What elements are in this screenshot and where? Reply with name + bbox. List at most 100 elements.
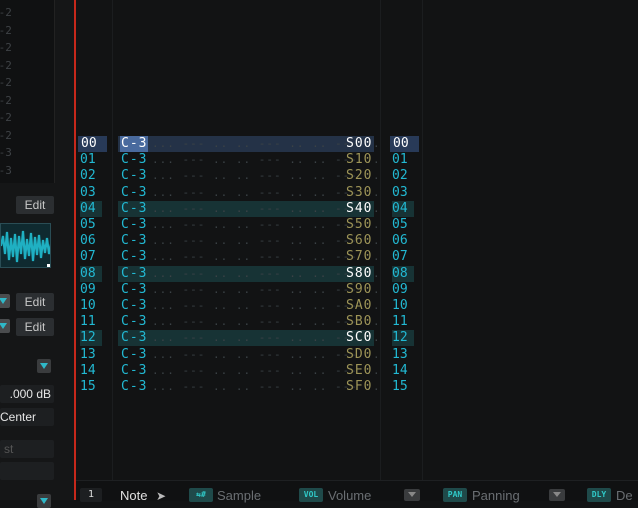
note-cell[interactable]: C-3 xyxy=(121,330,147,346)
edit-button[interactable]: Edit xyxy=(16,318,54,336)
row-number: 15 xyxy=(392,379,408,394)
chevron-down-icon[interactable] xyxy=(0,319,10,333)
column-controls-bar: 1 Note ➤ ⇆# Sample VOL Volume PAN Pannin… xyxy=(76,480,638,503)
row-number: 06 xyxy=(392,233,408,249)
pattern-row[interactable]: 09 C-3... --- .. .. --- .. .. --- .. S90 09 xyxy=(76,282,638,298)
row-number: 10 xyxy=(392,298,408,313)
note-cell[interactable]: C-3 xyxy=(121,185,147,201)
row-number: 01 xyxy=(80,152,96,168)
effect-cell[interactable]: S70 xyxy=(346,249,372,265)
row-number: 05 xyxy=(392,217,408,232)
pattern-row[interactable]: 06 C-3... --- .. .. --- .. .. --- .. S60 06 xyxy=(76,233,638,249)
effect-cell[interactable]: SE0 xyxy=(346,363,372,379)
delay-column-label[interactable]: De xyxy=(616,489,633,503)
volume-dropdown-icon[interactable] xyxy=(404,489,420,501)
effect-cell[interactable]: SA0 xyxy=(346,298,372,314)
edit-button[interactable]: Edit xyxy=(16,196,54,214)
list-item: C-2 xyxy=(0,128,12,142)
note-cell[interactable]: C-3 xyxy=(121,168,147,184)
note-cell[interactable]: C-3 xyxy=(121,152,147,168)
finetune-field[interactable] xyxy=(0,462,54,480)
note-column-label[interactable]: Note xyxy=(120,489,147,503)
note-cell[interactable]: C-3 xyxy=(121,379,147,395)
waveform-icon xyxy=(1,230,50,267)
pattern-row[interactable]: 07 C-3... --- .. .. --- .. .. --- .. S70 07 xyxy=(76,249,638,265)
pattern-row[interactable]: 15 C-3... --- .. .. --- .. .. --- .. SF0 15 xyxy=(76,379,638,395)
pattern-row[interactable]: 03 C-3... --- .. .. --- .. .. --- .. S30 03 xyxy=(76,185,638,201)
row-number: 08 xyxy=(80,265,102,282)
row-number: 04 xyxy=(80,200,102,217)
note-cell[interactable]: C-3 xyxy=(121,314,147,330)
row-number: 07 xyxy=(80,249,96,265)
note-cell[interactable]: C-3 xyxy=(121,347,147,363)
row-number: 08 xyxy=(392,265,414,282)
list-item: C-3 xyxy=(0,163,12,177)
pattern-editor[interactable]: 00 C-3... --- .. .. --- .. .. --- .. S00 00… xyxy=(76,0,638,480)
row-number: 07 xyxy=(392,249,408,265)
row-number: 00 xyxy=(78,136,107,152)
row-number: 03 xyxy=(80,184,96,200)
list-item: C-2 xyxy=(0,76,12,89)
row-number: 03 xyxy=(392,184,408,200)
row-number: 00 xyxy=(390,136,419,152)
effect-cell[interactable]: S40 xyxy=(346,201,372,217)
effect-cell[interactable]: S10 xyxy=(346,152,372,168)
row-number: 11 xyxy=(392,314,408,330)
instrument-panel: C-2 C-2 C-2 C-2 C-2 C-2 C-2 C-2 C-3 C-3 … xyxy=(0,0,74,508)
row-number: 02 xyxy=(80,168,96,184)
note-cell[interactable]: C-3 xyxy=(120,136,149,152)
pattern-row[interactable]: 11 C-3... --- .. .. --- .. .. --- .. SB0 11 xyxy=(76,314,638,330)
sample-column-label[interactable]: Sample xyxy=(217,489,261,503)
pattern-row[interactable]: 01 C-3... --- .. .. --- .. .. --- .. S10 01 xyxy=(76,152,638,168)
row-number: 05 xyxy=(80,217,96,232)
note-cell[interactable]: C-3 xyxy=(121,298,147,314)
pattern-row[interactable]: 02 C-3... --- .. .. --- .. .. --- .. S20 02 xyxy=(76,168,638,184)
note-cell[interactable]: C-3 xyxy=(121,266,147,282)
panning-field[interactable]: Center xyxy=(0,408,54,426)
effect-cell[interactable]: S30 xyxy=(346,185,372,201)
keyzone-note-list[interactable]: C-2 C-2 C-2 C-2 C-2 C-2 C-2 C-2 C-3 C-3 xyxy=(0,0,55,183)
sample-waveform[interactable] xyxy=(0,223,51,268)
volume-column-label[interactable]: Volume xyxy=(328,489,371,503)
row-number: 15 xyxy=(80,379,96,394)
pattern-row[interactable]: 12 C-3... --- .. .. --- .. .. --- .. SC0 12 xyxy=(76,330,638,347)
chevron-down-icon[interactable] xyxy=(37,494,51,508)
row-number: 12 xyxy=(80,330,102,347)
effect-cell[interactable]: SD0 xyxy=(346,347,372,363)
effect-cell[interactable]: S20 xyxy=(346,168,372,184)
note-cell[interactable]: C-3 xyxy=(121,282,147,298)
effect-cell[interactable]: S60 xyxy=(346,233,372,249)
pattern-row[interactable]: 10 C-3... --- .. .. --- .. .. --- .. SA0 10 xyxy=(76,298,638,314)
pattern-row[interactable]: 13 C-3... --- .. .. --- .. .. --- .. SD0 13 xyxy=(76,347,638,363)
row-number: 13 xyxy=(80,346,96,362)
chevron-down-icon[interactable] xyxy=(37,359,51,373)
effect-cell[interactable]: SB0 xyxy=(346,314,372,330)
effect-cell[interactable]: S80 xyxy=(346,266,372,282)
note-cell[interactable]: C-3 xyxy=(121,217,147,233)
note-cell[interactable]: C-3 xyxy=(121,201,147,217)
pattern-row[interactable]: 08 C-3... --- .. .. --- .. .. --- .. S80 08 xyxy=(76,265,638,282)
effect-cell[interactable]: S90 xyxy=(346,282,372,298)
pattern-row[interactable]: 05 C-3... --- .. .. --- .. .. --- .. S50 05 xyxy=(76,217,638,233)
effect-cell[interactable]: SC0 xyxy=(346,330,372,346)
volume-field[interactable]: .000 dB xyxy=(0,385,54,403)
edit-button[interactable]: Edit xyxy=(16,293,54,311)
cursor-arrow-icon: ➤ xyxy=(156,489,167,503)
effect-cell[interactable]: S00 xyxy=(346,136,372,152)
list-item: C-3 xyxy=(0,146,12,159)
effect-cell[interactable]: S50 xyxy=(346,217,372,233)
effect-cell[interactable]: SF0 xyxy=(346,379,372,395)
chevron-down-icon[interactable] xyxy=(0,294,10,308)
list-item: C-2 xyxy=(0,93,12,107)
list-item: C-2 xyxy=(0,23,12,37)
note-cell[interactable]: C-3 xyxy=(121,363,147,379)
pattern-row[interactable]: 00 C-3... --- .. .. --- .. .. --- .. S00 00 xyxy=(76,136,638,152)
note-cell[interactable]: C-3 xyxy=(121,233,147,249)
panning-column-label[interactable]: Panning xyxy=(472,489,520,503)
transpose-field[interactable]: st xyxy=(0,440,54,458)
pattern-row[interactable]: 14 C-3... --- .. .. --- .. .. --- .. SE0 14 xyxy=(76,363,638,379)
row-number: 12 xyxy=(392,330,414,347)
panning-dropdown-icon[interactable] xyxy=(549,489,565,501)
note-cell[interactable]: C-3 xyxy=(121,249,147,265)
pattern-row[interactable]: 04 C-3... --- .. .. --- .. .. --- .. S40 04 xyxy=(76,200,638,217)
